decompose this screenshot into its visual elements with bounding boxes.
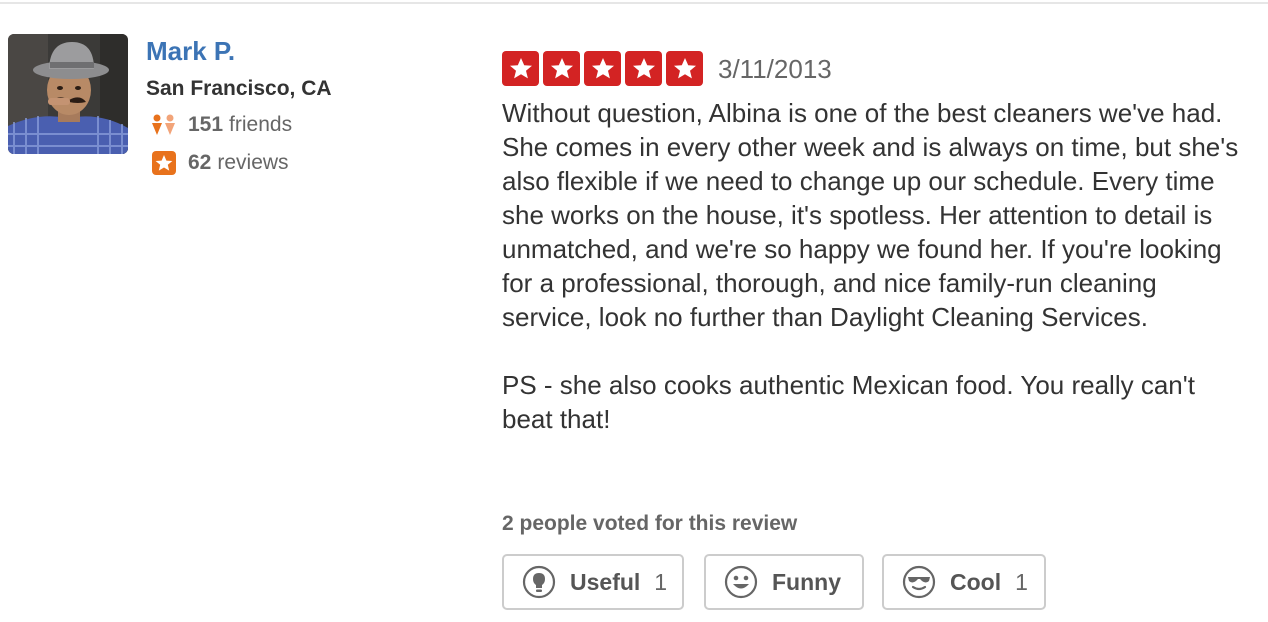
review-body: Without question, Albina is one of the b…: [502, 96, 1252, 436]
smiley-icon: [724, 565, 758, 599]
funny-label: Funny: [772, 568, 841, 595]
star-icon: [502, 51, 539, 86]
reviews-stat: 62 reviews: [150, 151, 289, 175]
star-icon: [543, 51, 580, 86]
cool-count: 1: [1015, 568, 1028, 595]
cool-button[interactable]: Cool 1: [882, 554, 1046, 610]
friends-stat: 151 friends: [150, 113, 292, 137]
useful-count: 1: [654, 568, 668, 595]
avatar[interactable]: [8, 34, 128, 154]
friends-count: 151: [188, 113, 224, 136]
reviewer-location: San Francisco, CA: [146, 77, 332, 100]
user-photo-icon: [8, 34, 128, 154]
useful-button[interactable]: Useful 1: [502, 554, 684, 610]
friends-icon: [150, 113, 178, 137]
friends-label: friends: [229, 113, 293, 136]
review-date: 3/11/2013: [718, 54, 832, 84]
cool-label: Cool: [950, 568, 1002, 595]
review-paragraph: PS - she also cooks authentic Mexican fo…: [502, 370, 1195, 434]
star-rating: [502, 51, 703, 86]
votes-summary: 2 people voted for this review: [502, 512, 798, 535]
useful-label: Useful: [570, 568, 641, 595]
top-divider: [0, 2, 1268, 4]
lightbulb-icon: [522, 565, 556, 599]
funny-button[interactable]: Funny: [704, 554, 864, 610]
reviewer-name-link[interactable]: Mark P.: [146, 36, 235, 67]
review-paragraph: Without question, Albina is one of the b…: [502, 98, 1239, 332]
sunglasses-icon: [902, 565, 936, 599]
star-icon: [666, 51, 703, 86]
star-icon: [625, 51, 662, 86]
reviews-count: 62: [188, 151, 212, 174]
star-icon: [584, 51, 621, 86]
review-star-icon: [150, 151, 178, 175]
reviews-label: reviews: [217, 151, 289, 174]
